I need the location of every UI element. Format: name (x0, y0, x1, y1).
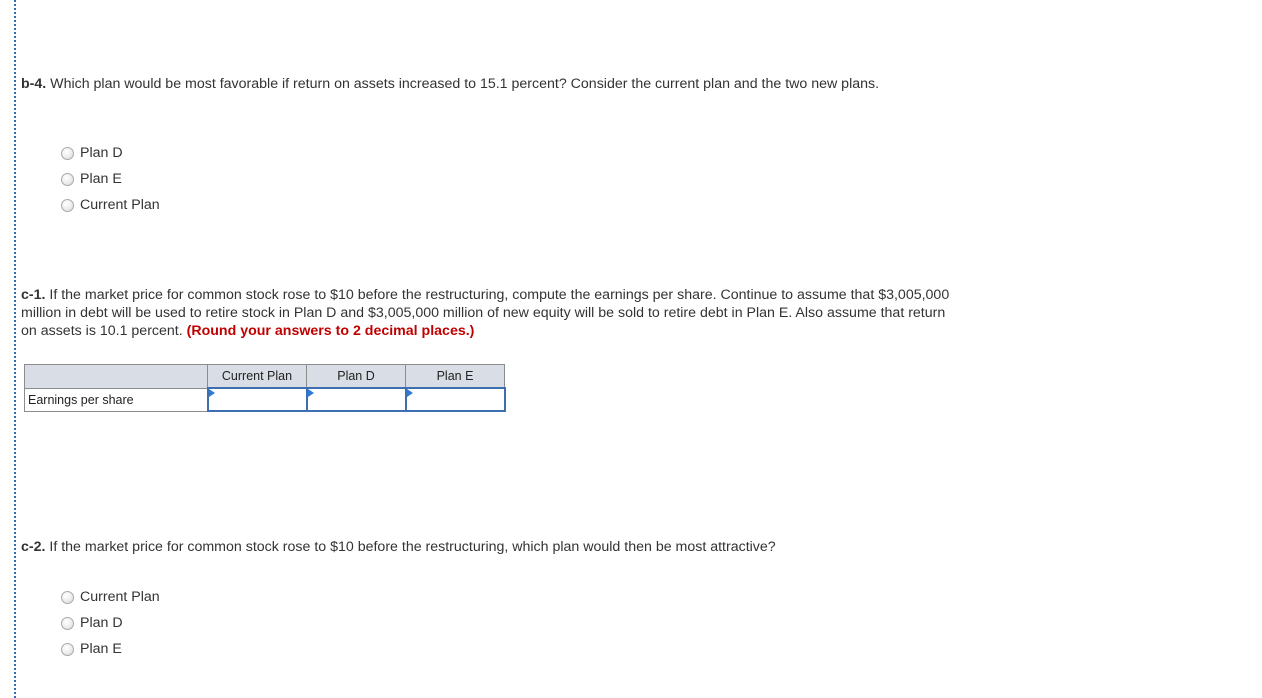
radio-unchecked-icon[interactable] (61, 172, 74, 186)
question-c2-text: If the market price for common stock ros… (45, 539, 776, 555)
radio-option-c2-plan-d[interactable]: Plan D (61, 610, 160, 636)
radio-group-b4: Plan D Plan E Current Plan (61, 140, 160, 218)
rounding-instruction: (Round your answers to 2 decimal places.… (186, 323, 475, 339)
table-header-row: Current Plan Plan D Plan E (24, 364, 505, 389)
question-left-rule (14, 0, 16, 698)
question-c1-text: If the market price for common stock ros… (21, 287, 950, 339)
table-row: Earnings per share (24, 387, 506, 412)
table-header-plan-e: Plan E (405, 364, 505, 389)
radio-option-label: Plan D (80, 145, 123, 161)
radio-option-label: Plan D (80, 615, 123, 631)
eps-cell-plan-d[interactable] (305, 387, 407, 412)
radio-unchecked-icon[interactable] (61, 642, 74, 656)
table-header-plan-d: Plan D (306, 364, 406, 389)
radio-option-b4-current-plan[interactable]: Current Plan (61, 192, 160, 218)
radio-option-label: Current Plan (80, 197, 160, 213)
row-label-earnings-per-share: Earnings per share (24, 387, 208, 412)
radio-unchecked-icon[interactable] (61, 616, 74, 630)
question-b4-text: Which plan would be most favorable if re… (46, 76, 880, 92)
eps-cell-current-plan[interactable] (206, 387, 308, 412)
radio-option-label: Plan E (80, 641, 122, 657)
cell-flag-icon (208, 389, 215, 397)
radio-unchecked-icon[interactable] (61, 146, 74, 160)
cell-flag-icon (406, 389, 413, 397)
radio-option-b4-plan-d[interactable]: Plan D (61, 140, 160, 166)
radio-option-label: Plan E (80, 171, 122, 187)
eps-input-current-plan[interactable] (208, 390, 305, 409)
radio-unchecked-icon[interactable] (61, 198, 74, 212)
eps-cell-plan-e[interactable] (404, 387, 506, 412)
radio-option-c2-current-plan[interactable]: Current Plan (61, 584, 160, 610)
radio-unchecked-icon[interactable] (61, 590, 74, 604)
radio-group-c2: Current Plan Plan D Plan E (61, 584, 160, 662)
radio-option-c2-plan-e[interactable]: Plan E (61, 636, 160, 662)
eps-input-plan-e[interactable] (406, 390, 503, 409)
table-header-current-plan: Current Plan (207, 364, 307, 389)
radio-option-label: Current Plan (80, 589, 160, 605)
question-c2-label: c-2. (21, 539, 46, 555)
radio-option-b4-plan-e[interactable]: Plan E (61, 166, 160, 192)
question-c2: c-2. If the market price for common stoc… (21, 538, 961, 556)
question-c1-label: c-1. (21, 287, 46, 303)
question-b4: b-4. Which plan would be most favorable … (21, 75, 961, 93)
earnings-per-share-table: Current Plan Plan D Plan E Earnings per … (24, 364, 506, 412)
question-b4-label: b-4. (21, 76, 47, 92)
eps-input-plan-d[interactable] (307, 390, 404, 409)
cell-flag-icon (307, 389, 314, 397)
question-c1: c-1. If the market price for common stoc… (21, 286, 961, 340)
table-header-blank (24, 364, 208, 389)
